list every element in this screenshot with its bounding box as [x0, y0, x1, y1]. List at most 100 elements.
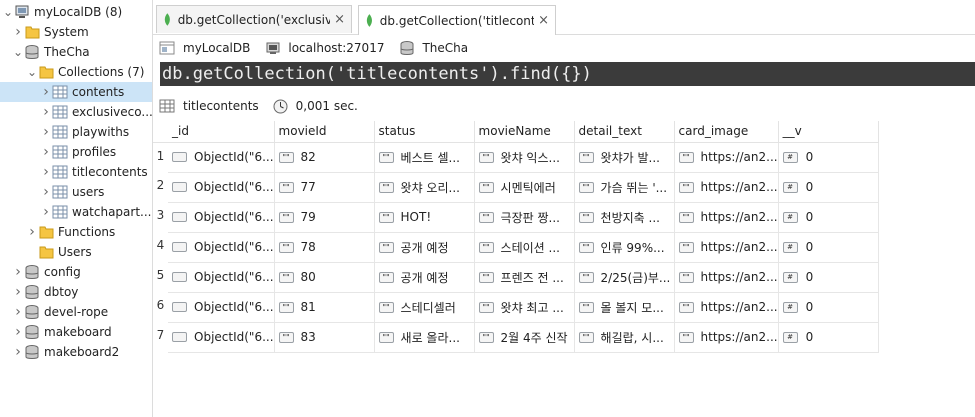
cell-movieid[interactable]: "" 81 — [274, 292, 375, 323]
cell-version[interactable]: #0 — [778, 262, 879, 293]
cell-status[interactable]: "" 왓챠 오리... — [374, 172, 475, 203]
cell-movieid[interactable]: "" 79 — [274, 202, 375, 233]
tree-item-contents[interactable]: › contents — [0, 82, 152, 102]
cell-card-image[interactable]: "" https://an2... — [674, 262, 779, 293]
cell-version[interactable]: #0 — [778, 172, 879, 203]
cell-movieid[interactable]: "" 77 — [274, 172, 375, 203]
tab-titlecontents-query[interactable]: db.getCollection('titleconte × — [358, 5, 556, 35]
column-header[interactable]: detail_text — [574, 121, 675, 143]
cell-card-image[interactable]: "" https://an2... — [674, 172, 779, 203]
cell-status[interactable]: "" 베스트 셀... — [374, 142, 475, 173]
cell-card-image[interactable]: "" https://an2... — [674, 142, 779, 173]
cell-moviename[interactable]: "" 프렌즈 전 ... — [474, 262, 575, 293]
cell-movieid[interactable]: "" 83 — [274, 322, 375, 353]
cell-detail-text[interactable]: "" 천방지축 ... — [574, 202, 675, 233]
tree-item-watchapart[interactable]: › watchapart... — [0, 202, 152, 222]
tree-item-config[interactable]: › config — [0, 262, 152, 282]
collapse-chevron-icon[interactable]: › — [40, 142, 52, 162]
cell-status[interactable]: "" HOT! — [374, 202, 475, 233]
cell-card-image[interactable]: "" https://an2... — [674, 202, 779, 233]
table-row[interactable]: 5 ObjectId("6... "" 80 "" 공개 예정 "" 프렌즈 전 ... "" 2… — [153, 262, 879, 293]
cell-version[interactable]: #0 — [778, 232, 879, 263]
collapse-chevron-icon[interactable]: › — [40, 82, 52, 102]
column-header[interactable]: card_image — [674, 121, 779, 143]
cell-moviename[interactable]: "" 왓챠 최고 ... — [474, 292, 575, 323]
cell-id[interactable]: ObjectId("6... — [168, 322, 275, 353]
tree-item-profiles[interactable]: › profiles — [0, 142, 152, 162]
collapse-chevron-icon[interactable]: › — [12, 342, 24, 362]
tree-item-mylocaldb-8[interactable]: ⌄ myLocalDB (8) — [0, 2, 152, 22]
expand-chevron-icon[interactable]: ⌄ — [26, 62, 38, 82]
collapse-chevron-icon[interactable]: › — [12, 22, 24, 42]
cell-detail-text[interactable]: "" 몰 볼지 모... — [574, 292, 675, 323]
collapse-chevron-icon[interactable]: › — [40, 202, 52, 222]
cell-id[interactable]: ObjectId("6... — [168, 292, 275, 323]
table-row[interactable]: 6 ObjectId("6... "" 81 "" 스테디셀러 "" 왓챠 최고 ... "" 몰… — [153, 292, 879, 323]
cell-id[interactable]: ObjectId("6... — [168, 202, 275, 233]
cell-moviename[interactable]: "" 시멘틱에러 — [474, 172, 575, 203]
tree-item-thecha[interactable]: ⌄ TheCha — [0, 42, 152, 62]
cell-status[interactable]: "" 공개 예정 — [374, 232, 475, 263]
cell-detail-text[interactable]: "" 인류 99%... — [574, 232, 675, 263]
column-header[interactable]: movieName — [474, 121, 575, 143]
cell-moviename[interactable]: "" 스테이션 ... — [474, 232, 575, 263]
collapse-chevron-icon[interactable]: › — [40, 102, 52, 122]
collapse-chevron-icon[interactable]: › — [40, 182, 52, 202]
collapse-chevron-icon[interactable]: › — [12, 262, 24, 282]
cell-card-image[interactable]: "" https://an2... — [674, 232, 779, 263]
collapse-chevron-icon[interactable]: › — [40, 162, 52, 182]
expand-chevron-icon[interactable]: ⌄ — [12, 42, 24, 62]
cell-detail-text[interactable]: "" 2/25(금)부... — [574, 262, 675, 293]
cell-version[interactable]: #0 — [778, 142, 879, 173]
tab-exclusive-query[interactable]: db.getCollection('exclusiv × — [156, 5, 352, 33]
tree-item-system[interactable]: › System — [0, 22, 152, 42]
close-tab-icon[interactable]: × — [334, 12, 345, 27]
cell-movieid[interactable]: "" 80 — [274, 262, 375, 293]
collapse-chevron-icon[interactable]: › — [40, 122, 52, 142]
collapse-chevron-icon[interactable]: › — [12, 302, 24, 322]
column-header[interactable]: __v — [778, 121, 879, 143]
cell-movieid[interactable]: "" 78 — [274, 232, 375, 263]
cell-card-image[interactable]: "" https://an2... — [674, 322, 779, 353]
tree-item-users[interactable]: › users — [0, 182, 152, 202]
table-row[interactable]: 2 ObjectId("6... "" 77 "" 왓챠 오리... "" 시멘틱에러 "" 가슴… — [153, 172, 879, 203]
cell-status[interactable]: "" 공개 예정 — [374, 262, 475, 293]
query-editor[interactable]: db.getCollection('titlecontents').find({… — [160, 62, 975, 86]
table-row[interactable]: 4 ObjectId("6... "" 78 "" 공개 예정 "" 스테이션 ... "" 인류… — [153, 232, 879, 263]
tree-item-users[interactable]: Users — [0, 242, 152, 262]
expand-chevron-icon[interactable]: ⌄ — [2, 2, 14, 22]
tree-item-titlecontents[interactable]: › titlecontents — [0, 162, 152, 182]
tree-item-makeboard[interactable]: › makeboard — [0, 322, 152, 342]
table-row[interactable]: 3 ObjectId("6... "" 79 "" HOT! "" 극장판 짱... "" 천방지… — [153, 202, 879, 233]
cell-moviename[interactable]: "" 2월 4주 신작 — [474, 322, 575, 353]
cell-detail-text[interactable]: "" 가슴 뛰는 '... — [574, 172, 675, 203]
cell-movieid[interactable]: "" 82 — [274, 142, 375, 173]
tree-item-functions[interactable]: › Functions — [0, 222, 152, 242]
cell-detail-text[interactable]: "" 왓챠가 발... — [574, 142, 675, 173]
tree-item-collections-7[interactable]: ⌄ Collections (7) — [0, 62, 152, 82]
collapse-chevron-icon[interactable]: › — [12, 282, 24, 302]
tree-item-dbtoy[interactable]: › dbtoy — [0, 282, 152, 302]
cell-version[interactable]: #0 — [778, 292, 879, 323]
collapse-chevron-icon[interactable]: › — [12, 322, 24, 342]
cell-detail-text[interactable]: "" 해길랍, 시... — [574, 322, 675, 353]
cell-id[interactable]: ObjectId("6... — [168, 142, 275, 173]
tree-item-exclusiveco[interactable]: › exclusiveco... — [0, 102, 152, 122]
cell-id[interactable]: ObjectId("6... — [168, 232, 275, 263]
cell-status[interactable]: "" 새로 올라... — [374, 322, 475, 353]
cell-moviename[interactable]: "" 왓챠 익스... — [474, 142, 575, 173]
cell-id[interactable]: ObjectId("6... — [168, 262, 275, 293]
collapse-chevron-icon[interactable]: › — [26, 222, 38, 242]
cell-moviename[interactable]: "" 극장판 짱... — [474, 202, 575, 233]
cell-version[interactable]: #0 — [778, 202, 879, 233]
cell-card-image[interactable]: "" https://an2... — [674, 292, 779, 323]
cell-id[interactable]: ObjectId("6... — [168, 172, 275, 203]
close-tab-icon[interactable]: × — [538, 13, 549, 28]
tree-item-devel-rope[interactable]: › devel-rope — [0, 302, 152, 322]
table-row[interactable]: 1 ObjectId("6... "" 82 "" 베스트 셀... "" 왓챠 익스... "… — [153, 142, 879, 173]
column-header[interactable]: movieId — [274, 121, 375, 143]
column-header[interactable]: status — [374, 121, 475, 143]
cell-status[interactable]: "" 스테디셀러 — [374, 292, 475, 323]
column-header[interactable]: _id — [168, 121, 275, 143]
tree-item-makeboard2[interactable]: › makeboard2 — [0, 342, 152, 362]
